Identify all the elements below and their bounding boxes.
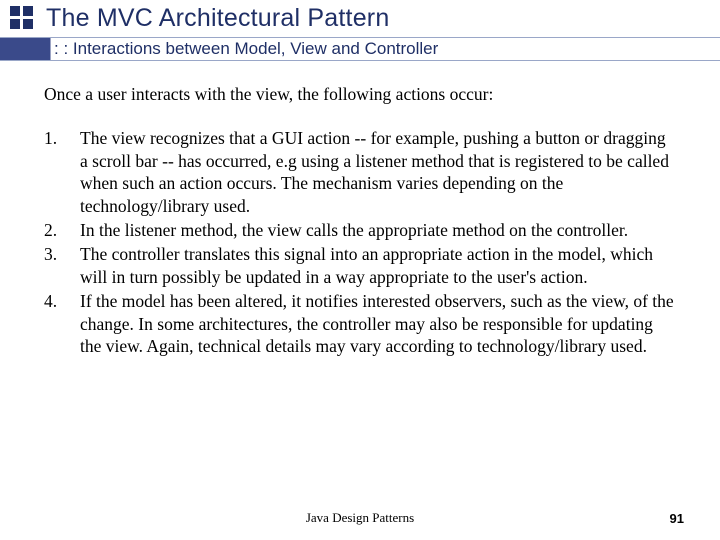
slide-title: The MVC Architectural Pattern xyxy=(46,4,720,33)
list-item: If the model has been altered, it notifi… xyxy=(44,290,676,357)
subtitle-bar: : : Interactions between Model, View and… xyxy=(0,37,720,61)
intro-text: Once a user interacts with the view, the… xyxy=(44,83,676,105)
list-item: In the listener method, the view calls t… xyxy=(44,219,676,241)
slide-subtitle: : : Interactions between Model, View and… xyxy=(54,39,438,59)
steps-list: The view recognizes that a GUI action --… xyxy=(44,127,676,357)
list-item: The view recognizes that a GUI action --… xyxy=(44,127,676,217)
page-number: 91 xyxy=(670,511,684,526)
decorative-squares xyxy=(10,6,33,29)
slide-body: Once a user interacts with the view, the… xyxy=(0,61,720,357)
slide-header: The MVC Architectural Pattern : : Intera… xyxy=(0,0,720,61)
list-item: The controller translates this signal in… xyxy=(44,243,676,288)
footer-center-text: Java Design Patterns xyxy=(306,510,414,526)
